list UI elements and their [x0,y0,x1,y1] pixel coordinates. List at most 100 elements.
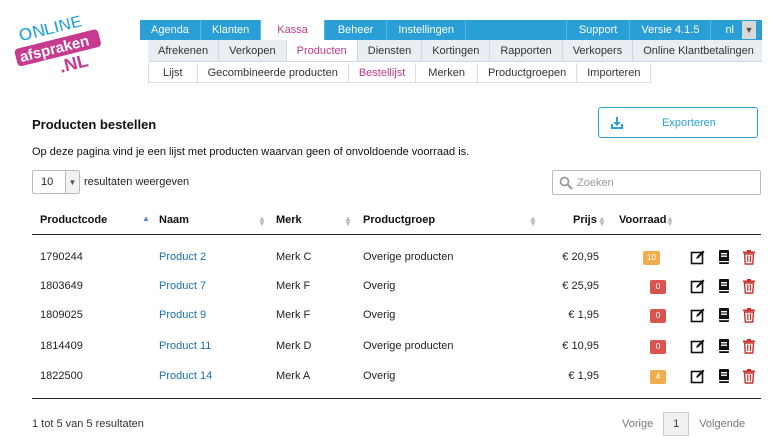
table-row: 1790244 Product 2 Merk C Overige producten €… [32,243,761,271]
stock-badge: 10 [643,251,660,265]
cell-merk: Merk D [276,340,312,352]
top-nav: Agenda Klanten Kassa Beheer Instellingen… [140,20,762,40]
edit-icon[interactable] [690,249,706,265]
subnav-producten[interactable]: Producten [286,40,358,61]
pagination-next[interactable]: Volgende [689,418,755,430]
nav-kassa[interactable]: Kassa [261,20,325,40]
stock-badge: 0 [650,280,666,294]
nav-beheer[interactable]: Beheer [325,20,388,40]
table-row: 1803649 Product 7 Merk F Overig € 25,95 0 [32,272,761,300]
export-button-label: Exporteren [662,116,716,129]
book-icon[interactable] [716,368,732,384]
book-icon[interactable] [716,278,732,294]
version-label: Versie 4.1.5 [630,20,712,40]
edit-icon[interactable] [690,278,706,294]
cell-productcode: 1790244 [40,251,83,263]
cell-merk: Merk A [276,370,311,382]
subnav-afrekenen[interactable]: Afrekenen [148,40,220,61]
subnav-verkopen[interactable]: Verkopen [219,40,287,61]
export-button[interactable]: Exporteren [598,107,758,138]
edit-icon[interactable] [690,368,706,384]
cell-productgroep: Overig [363,309,396,321]
cell-prijs: € 20,95 [562,251,599,263]
cell-productcode: 1809025 [40,309,83,321]
header-prijs[interactable]: Prijs [573,207,597,235]
thirdnav-lijst[interactable]: Lijst [148,63,198,82]
cell-prijs: € 10,95 [562,340,599,352]
header-productcode[interactable]: Productcode [40,207,107,235]
cell-productgroep: Overig [363,280,396,292]
nav-instellingen[interactable]: Instellingen [387,20,466,40]
page-description: Op deze pagina vind je een lijst met pro… [32,146,470,158]
nav-support[interactable]: Support [567,20,631,40]
thirdnav-bestellijst[interactable]: Bestellijst [349,63,417,82]
trash-icon[interactable] [741,278,757,294]
cell-productgroep: Overige producten [363,251,454,263]
chevron-down-icon: ▼ [65,171,79,193]
product-name-link[interactable]: Product 11 [159,332,211,360]
header-productgroep[interactable]: Productgroep [363,207,435,235]
sort-asc-icon[interactable]: ▲ [142,215,150,223]
subnav-rapporten[interactable]: Rapporten [490,40,563,61]
cell-merk: Merk F [276,280,311,292]
cell-prijs: € 1,95 [568,370,599,382]
cell-productgroep: Overige producten [363,340,454,352]
pagination-previous[interactable]: Vorige [612,418,663,430]
third-nav: Lijst Gecombineerde producten Bestellijs… [148,63,652,83]
sort-icon[interactable]: ▲ ▼ [529,215,537,228]
search-input[interactable] [577,176,747,189]
book-icon[interactable] [716,338,732,354]
subnav-verkopers[interactable]: Verkopers [563,40,634,61]
subnav-diensten[interactable]: Diensten [358,40,423,61]
stock-badge: 0 [650,340,666,354]
thirdnav-productgroepen[interactable]: Productgroepen [478,63,578,82]
header-voorraad[interactable]: Voorraad [619,207,666,235]
brand-logo[interactable]: ON LINE afspraken .NL [14,8,124,78]
download-icon [603,116,631,130]
product-name-link[interactable]: Product 2 [159,243,206,271]
pagination-page-1[interactable]: 1 [663,412,690,436]
trash-icon[interactable] [741,338,757,354]
book-icon[interactable] [716,307,732,323]
book-icon[interactable] [716,249,732,265]
edit-icon[interactable] [690,338,706,354]
cell-merk: Merk F [276,309,311,321]
nav-agenda[interactable]: Agenda [140,20,201,40]
nav-klanten[interactable]: Klanten [201,20,262,40]
sort-icon[interactable]: ▲ ▼ [598,215,606,228]
cell-productgroep: Overig [363,370,396,382]
sub-nav: Afrekenen Verkopen Producten Diensten Ko… [148,40,762,62]
table-info: 1 tot 5 van 5 resultaten [32,418,144,430]
edit-icon[interactable] [690,307,706,323]
pagination: Vorige 1 Volgende [612,412,755,436]
product-name-link[interactable]: Product 7 [159,272,206,300]
header-naam[interactable]: Naam [159,207,189,235]
cell-prijs: € 1,95 [568,309,599,321]
sort-icon[interactable]: ▲ ▼ [258,215,266,228]
subnav-kortingen[interactable]: Kortingen [422,40,491,61]
sort-icon[interactable]: ▲ ▼ [666,215,674,228]
language-select[interactable]: nl ▼ [711,20,762,40]
header-merk[interactable]: Merk [276,207,302,235]
thirdnav-importeren[interactable]: Importeren [577,63,652,82]
page-length-select[interactable]: 10 ▼ [32,170,80,194]
cell-prijs: € 25,95 [562,280,599,292]
thirdnav-gecombineerde-producten[interactable]: Gecombineerde producten [198,63,349,82]
product-name-link[interactable]: Product 14 [159,362,212,390]
trash-icon[interactable] [741,249,757,265]
chevron-down-icon[interactable]: ▼ [742,21,756,39]
table-row: 1822500 Product 14 Merk A Overig € 1,95 4 [32,362,761,390]
stock-badge: 0 [650,309,666,323]
product-name-link[interactable]: Product 9 [159,301,206,329]
page-length-control: 10 ▼ resultaten weergeven [32,170,189,194]
trash-icon[interactable] [741,307,757,323]
cell-productcode: 1803649 [40,280,83,292]
subnav-online-klantbetalingen[interactable]: Online Klantbetalingen [633,40,764,61]
cell-merk: Merk C [276,251,312,263]
nav-spacer [466,20,567,40]
table-row: 1814409 Product 11 Merk D Overige producten… [32,332,761,360]
cell-productcode: 1814409 [40,340,83,352]
trash-icon[interactable] [741,368,757,384]
sort-icon[interactable]: ▲ ▼ [344,215,352,228]
thirdnav-merken[interactable]: Merken [416,63,478,82]
